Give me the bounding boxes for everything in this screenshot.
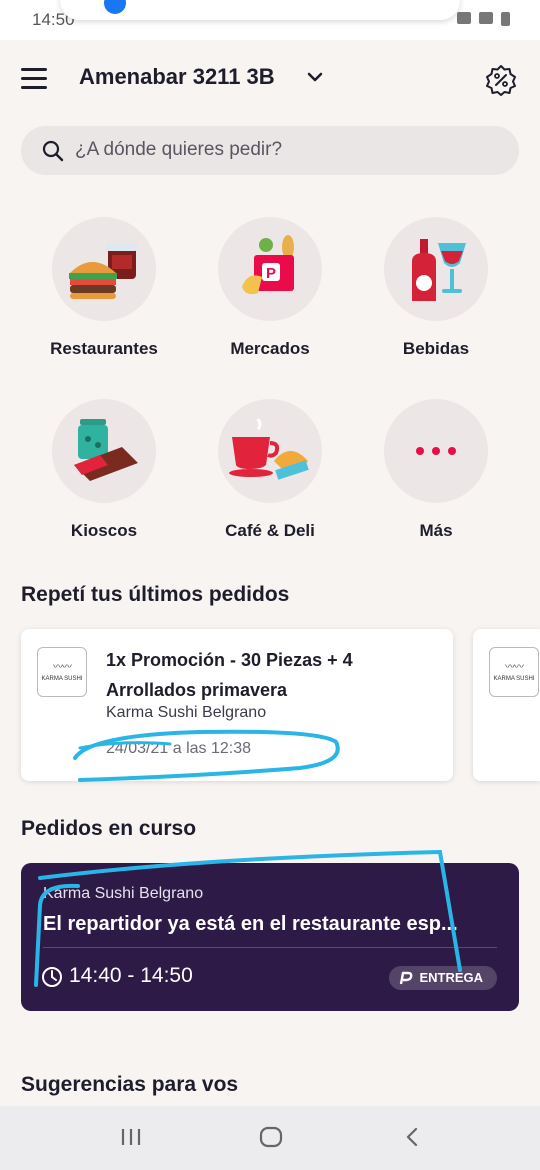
grocery-bag-icon: P — [218, 217, 322, 321]
delivery-badge: ENTREGA — [389, 966, 497, 990]
address-selector[interactable]: Amenabar 3211 3B — [79, 64, 275, 90]
status-icons — [457, 12, 510, 26]
coffee-icon — [218, 399, 322, 503]
header: Amenabar 3211 3B — [0, 40, 540, 120]
category-restaurantes[interactable]: Restaurantes — [24, 217, 184, 359]
back-button[interactable] — [403, 1126, 421, 1148]
battery-icon — [501, 12, 510, 26]
category-label: Restaurantes — [50, 339, 158, 358]
divider — [43, 947, 497, 948]
clock-icon — [42, 967, 62, 987]
more-dots-icon — [384, 399, 488, 503]
repeat-orders-title: Repetí tus últimos pedidos — [21, 583, 290, 606]
order-date: 24/03/21 a las 12:38 — [106, 740, 252, 757]
category-mas[interactable]: Más — [356, 399, 516, 541]
category-label: Mercados — [230, 339, 310, 358]
logo-wave-icon: 〰〰 — [53, 662, 72, 673]
logo-text: KARMA SUSHI — [493, 676, 535, 682]
search-input[interactable]: ¿A dónde quieres pedir? — [21, 126, 519, 175]
category-cafe-deli[interactable]: Café & Deli — [190, 399, 350, 541]
signal-icon — [479, 12, 493, 24]
burger-icon — [52, 217, 156, 321]
hamburger-menu-icon[interactable] — [21, 68, 47, 89]
search-placeholder: ¿A dónde quieres pedir? — [75, 139, 283, 160]
order-title: 1x Promoción - 30 Piezas + 4 Arrollados … — [106, 650, 353, 700]
active-orders-title: Pedidos en curso — [21, 817, 197, 840]
suggestions-title: Sugerencias para vos — [21, 1073, 239, 1096]
home-button[interactable] — [259, 1126, 283, 1148]
drinks-icon — [384, 217, 488, 321]
svg-text:P: P — [266, 265, 276, 282]
active-order-card[interactable]: Karma Sushi Belgrano El repartidor ya es… — [21, 863, 519, 1011]
active-store: Karma Sushi Belgrano — [43, 885, 204, 902]
search-icon — [42, 140, 64, 162]
category-label: Bebidas — [402, 339, 470, 358]
repeat-order-card[interactable]: 〰〰 KARMA SUSHI — [473, 629, 540, 781]
category-bebidas[interactable]: Bebidas — [356, 217, 516, 359]
category-kioscos[interactable]: Kioscos — [24, 399, 184, 541]
category-label: Kioscos — [70, 521, 138, 540]
badge-label: ENTREGA — [419, 970, 483, 985]
store-logo: 〰〰 KARMA SUSHI — [37, 647, 87, 697]
chevron-down-icon[interactable] — [306, 70, 324, 84]
category-label: Café & Deli — [225, 521, 315, 540]
category-label: Más — [419, 521, 453, 540]
recent-apps-button[interactable] — [120, 1126, 142, 1148]
delivery-time: 14:40 - 14:50 — [69, 964, 193, 987]
discount-badge-icon[interactable] — [485, 64, 517, 96]
active-status: El repartidor ya está en el restaurante … — [43, 913, 458, 935]
status-bar: 14:50 — [0, 0, 540, 40]
wifi-icon — [457, 12, 471, 24]
system-nav-bar — [0, 1106, 540, 1170]
store-logo: 〰〰 KARMA SUSHI — [489, 647, 539, 697]
logo-wave-icon: 〰〰 — [505, 662, 524, 673]
pedidosya-icon — [400, 971, 413, 985]
order-store: Karma Sushi Belgrano — [106, 704, 267, 721]
category-mercados[interactable]: P Mercados — [190, 217, 350, 359]
logo-text: KARMA SUSHI — [41, 676, 83, 682]
candy-icon — [52, 399, 156, 503]
repeat-order-card[interactable]: 〰〰 KARMA SUSHI 1x Promoción - 30 Piezas … — [21, 629, 453, 781]
